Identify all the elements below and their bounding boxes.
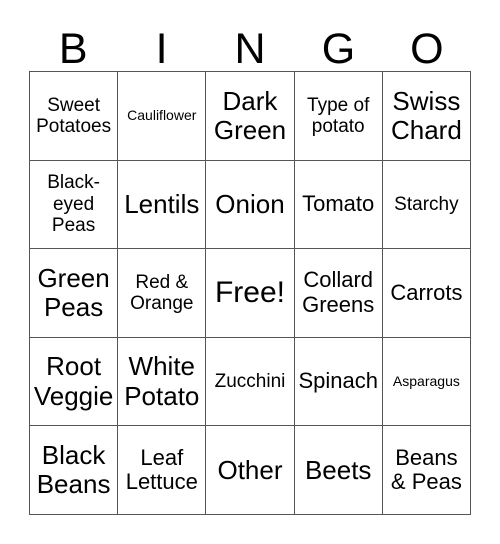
bingo-cell-r3c3[interactable]: Spinach <box>294 337 383 427</box>
bingo-cell-label: Beans & Peas <box>390 444 462 495</box>
bingo-cell-r4c0[interactable]: Black Beans <box>30 426 119 515</box>
bingo-cell-label: Other <box>217 454 283 485</box>
bingo-cell-label: Carrots <box>390 279 463 305</box>
bingo-cell-r1c1[interactable]: Lentils <box>118 160 207 250</box>
free-space-label: Free! <box>214 276 285 310</box>
bingo-cell-label: Zucchini <box>214 370 286 392</box>
bingo-grid: Sweet Potatoes Cauliflower Dark Green Ty… <box>29 71 471 515</box>
bingo-cell-r0c3[interactable]: Type of potato <box>294 72 383 161</box>
bingo-cell-label: Starchy <box>394 193 459 215</box>
bingo-cell-r1c3[interactable]: Tomato <box>294 160 383 250</box>
bingo-cell-r3c4[interactable]: Asparagus <box>382 337 471 427</box>
header-letter-i: I <box>155 25 168 73</box>
bingo-cell-r4c1[interactable]: Leaf Lettuce <box>118 426 207 515</box>
header-letter-g: G <box>321 25 356 73</box>
bingo-cell-label: Black Beans <box>36 440 111 500</box>
bingo-cell-label: Red & Orange <box>130 271 194 314</box>
bingo-cell-label: Dark Green <box>213 85 287 145</box>
bingo-header: B I N G O <box>29 18 471 71</box>
bingo-cell-r4c3[interactable]: Beets <box>294 426 383 515</box>
bingo-cell-label: Leaf Lettuce <box>125 444 198 495</box>
bingo-card: B I N G O Sweet Potatoes Cauliflower Dar… <box>0 0 500 544</box>
bingo-cell-r1c2[interactable]: Onion <box>206 160 295 250</box>
bingo-cell-r0c2[interactable]: Dark Green <box>206 72 295 161</box>
header-letter-o: O <box>410 25 444 73</box>
header-letter-b: B <box>58 25 88 73</box>
bingo-cell-label: Beets <box>304 454 372 485</box>
bingo-cell-r1c0[interactable]: Black- eyed Peas <box>30 160 119 250</box>
bingo-cell-r4c2[interactable]: Other <box>206 426 295 515</box>
bingo-cell-label: Spinach <box>298 368 378 394</box>
bingo-cell-r2c1[interactable]: Red & Orange <box>118 249 207 338</box>
bingo-cell-label: White Potato <box>124 351 200 411</box>
bingo-cell-label: Black- eyed Peas <box>47 172 100 237</box>
bingo-cell-r3c0[interactable]: Root Veggie <box>30 337 119 427</box>
bingo-cell-r4c4[interactable]: Beans & Peas <box>382 426 471 515</box>
bingo-cell-r2c0[interactable]: Green Peas <box>30 249 119 338</box>
bingo-cell-label: Type of potato <box>307 94 370 137</box>
bingo-cell-r0c0[interactable]: Sweet Potatoes <box>30 72 119 161</box>
bingo-cell-label: Tomato <box>302 191 375 217</box>
bingo-cell-r0c4[interactable]: Swiss Chard <box>382 72 471 161</box>
bingo-cell-label: Sweet Potatoes <box>36 94 112 137</box>
bingo-cell-r3c2[interactable]: Zucchini <box>206 337 295 427</box>
bingo-cell-label: Onion <box>215 188 285 219</box>
bingo-cell-r1c4[interactable]: Starchy <box>382 160 471 250</box>
bingo-cell-label: Green Peas <box>37 262 110 322</box>
bingo-cell-r3c1[interactable]: White Potato <box>118 337 207 427</box>
bingo-cell-label: Cauliflower <box>127 106 197 123</box>
bingo-cell-r2c4[interactable]: Carrots <box>382 249 471 338</box>
bingo-cell-label: Asparagus <box>392 372 460 389</box>
bingo-cell-r2c3[interactable]: Collard Greens <box>294 249 383 338</box>
bingo-cell-free-space[interactable]: Free! <box>206 249 295 338</box>
bingo-cell-r0c1[interactable]: Cauliflower <box>118 72 207 161</box>
bingo-cell-label: Lentils <box>124 188 200 219</box>
header-letter-n: N <box>234 25 266 73</box>
bingo-cell-label: Collard Greens <box>302 267 375 317</box>
bingo-cell-label: Root Veggie <box>33 351 114 411</box>
bingo-cell-label: Swiss Chard <box>390 85 462 145</box>
